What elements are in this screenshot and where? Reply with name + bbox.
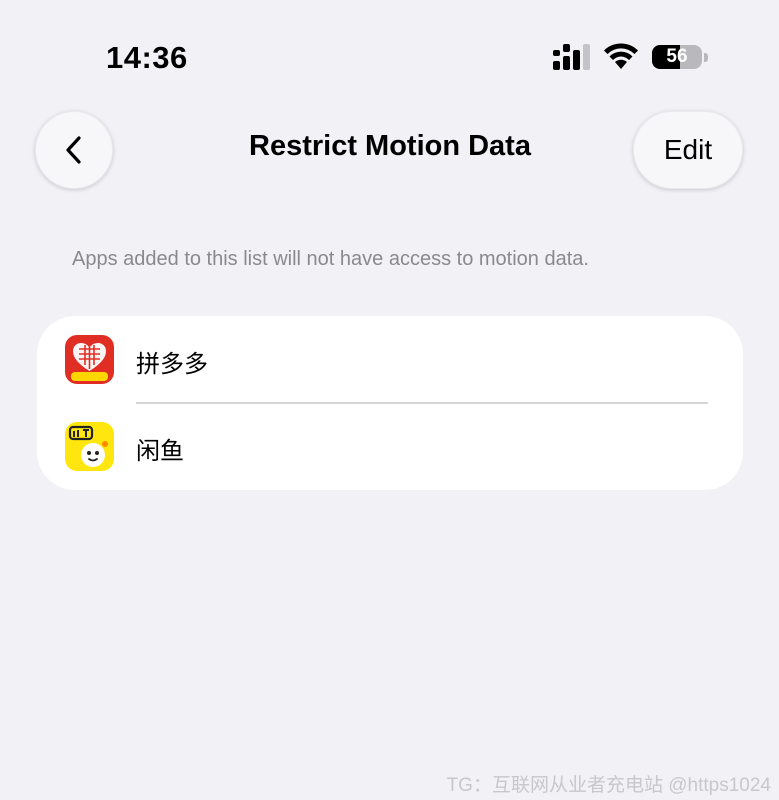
status-bar: 14:36 56 <box>0 0 779 110</box>
section-description: Apps added to this list will not have ac… <box>72 248 589 270</box>
chevron-left-icon <box>66 136 81 164</box>
status-time: 14:36 <box>106 40 188 75</box>
battery-cap <box>704 53 708 62</box>
page-title: Restrict Motion Data <box>249 130 531 162</box>
back-button[interactable] <box>35 111 113 189</box>
xianyu-app-icon <box>65 422 114 471</box>
app-name: 闲鱼 <box>136 438 184 465</box>
pinduoduo-app-icon <box>65 335 114 384</box>
battery-level: 56 <box>666 46 688 67</box>
edit-button[interactable]: Edit <box>633 111 743 189</box>
list-item-xianyu[interactable]: 闲鱼 <box>37 403 743 490</box>
app-name: 拼多多 <box>136 351 208 378</box>
cellular-signal-icon <box>553 44 590 70</box>
navigation-bar: Restrict Motion Data Edit <box>0 108 779 190</box>
list-item-pinduoduo[interactable]: 拼多多 <box>37 316 743 404</box>
battery-icon: 56 <box>652 45 708 69</box>
app-list: 拼多多 闲鱼 <box>37 316 743 490</box>
watermark: TG：互联网从业者充电站 @https1024 <box>446 775 771 796</box>
wifi-icon <box>604 43 638 69</box>
